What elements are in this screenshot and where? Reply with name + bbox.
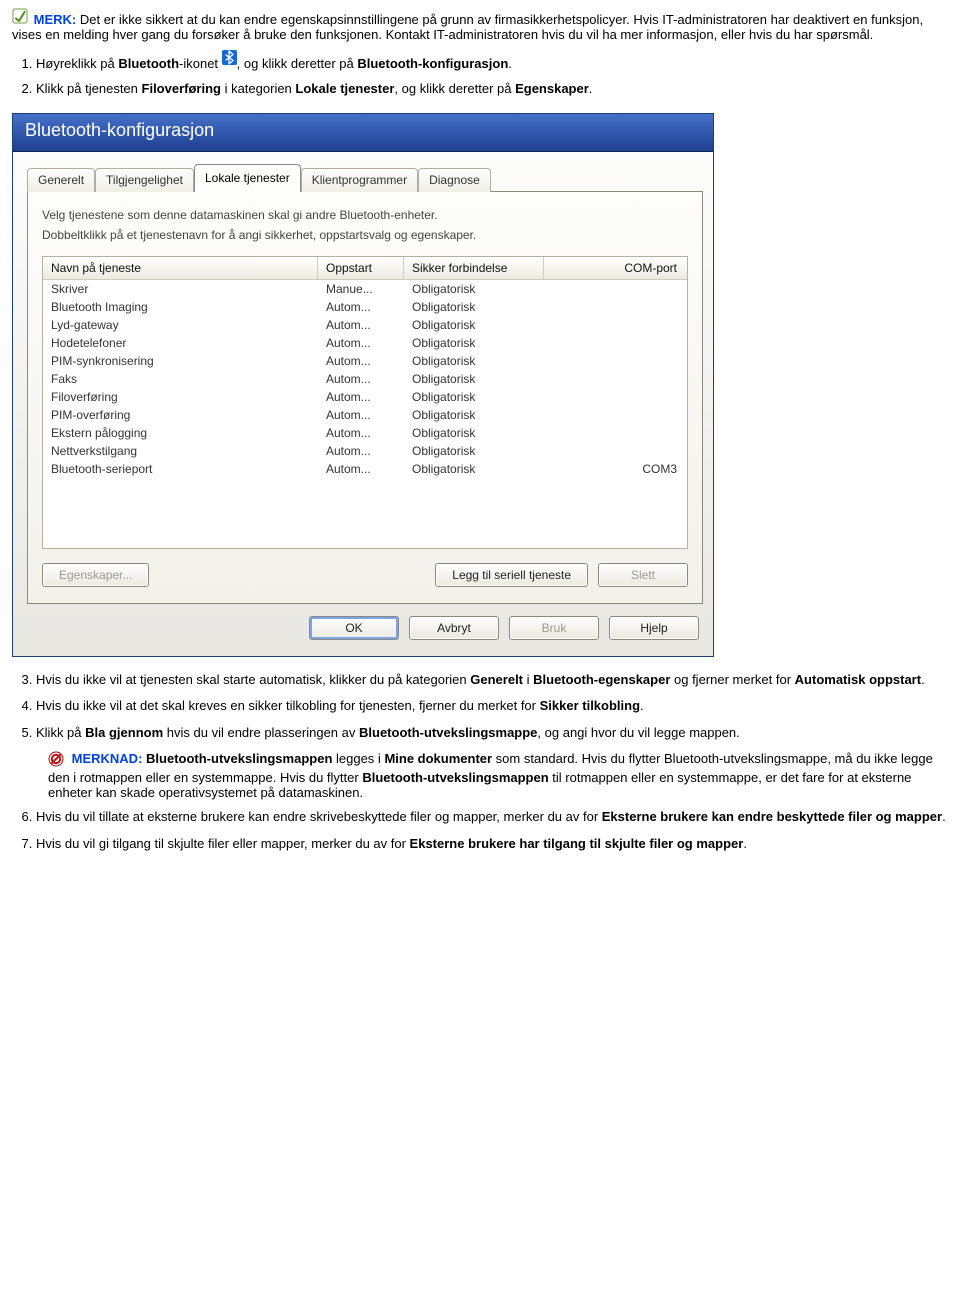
table-cell [544,280,687,298]
table-row[interactable]: Bluetooth ImagingAutom...Obligatorisk [43,298,687,316]
merk-label: MERK: [34,12,77,27]
table-row[interactable]: Bluetooth-serieportAutom...ObligatoriskC… [43,460,687,478]
table-row[interactable]: FiloverføringAutom...Obligatorisk [43,388,687,406]
tab-panel: Velg tjenestene som denne datamaskinen s… [27,192,703,604]
step-2: Klikk på tjenesten Filoverføring i kateg… [36,80,948,99]
col-secure[interactable]: Sikker forbindelse [404,257,544,280]
table-row[interactable]: Lyd-gatewayAutom...Obligatorisk [43,316,687,334]
table-cell: Obligatorisk [404,298,544,316]
table-cell: COM3 [544,460,687,478]
table-cell: PIM-overføring [43,406,318,424]
table-cell: Autom... [318,352,404,370]
table-row[interactable]: PIM-overføringAutom...Obligatorisk [43,406,687,424]
table-cell: Obligatorisk [404,406,544,424]
table-cell: Faks [43,370,318,388]
help-button[interactable]: Hjelp [609,616,699,640]
apply-button[interactable]: Bruk [509,616,599,640]
properties-button[interactable]: Egenskaper... [42,563,149,587]
panel-button-row: Egenskaper... Legg til seriell tjeneste … [42,563,688,587]
dialog-button-row: OK Avbryt Bruk Hjelp [13,616,713,656]
table-cell [544,424,687,442]
listview-header: Navn på tjeneste Oppstart Sikker forbind… [43,257,687,280]
listview-empty-area [43,478,687,548]
table-cell: Autom... [318,370,404,388]
table-cell: Obligatorisk [404,442,544,460]
table-cell [544,316,687,334]
step-6: Hvis du vil tillate at eksterne brukere … [36,808,948,827]
table-cell: PIM-synkronisering [43,352,318,370]
panel-desc-1: Velg tjenestene som denne datamaskinen s… [42,208,688,222]
note-icon [12,8,28,27]
table-cell: Obligatorisk [404,460,544,478]
table-row[interactable]: HodetelefonerAutom...Obligatorisk [43,334,687,352]
merknad-label: MERKNAD: [72,751,143,766]
cancel-button[interactable]: Avbryt [409,616,499,640]
window-titlebar: Bluetooth-konfigurasjon [13,114,713,152]
bluetooth-config-dialog: Bluetooth-konfigurasjon Generelt Tilgjen… [12,113,714,657]
table-cell [544,406,687,424]
bluetooth-tray-icon [222,53,237,68]
table-row[interactable]: SkriverManue...Obligatorisk [43,280,687,298]
table-cell: Obligatorisk [404,334,544,352]
table-cell: Obligatorisk [404,352,544,370]
table-cell [544,388,687,406]
warning-icon [48,751,64,770]
table-row[interactable]: Ekstern påloggingAutom...Obligatorisk [43,424,687,442]
step-1: Høyreklikk på Bluetooth-ikonet , og klik… [36,50,948,74]
table-cell: Autom... [318,442,404,460]
table-cell [544,298,687,316]
col-start[interactable]: Oppstart [318,257,404,280]
table-cell: Autom... [318,460,404,478]
table-cell: Autom... [318,388,404,406]
table-row[interactable]: NettverkstilgangAutom...Obligatorisk [43,442,687,460]
table-row[interactable]: PIM-synkroniseringAutom...Obligatorisk [43,352,687,370]
table-cell: Nettverkstilgang [43,442,318,460]
tab-generelt[interactable]: Generelt [27,168,95,192]
table-cell: Obligatorisk [404,388,544,406]
tab-klientprogrammer[interactable]: Klientprogrammer [301,168,418,192]
table-cell: Obligatorisk [404,370,544,388]
table-cell: Autom... [318,406,404,424]
merknad-note: MERKNAD: Bluetooth-utvekslingsmappen leg… [48,751,948,800]
table-cell: Autom... [318,298,404,316]
services-listview[interactable]: Navn på tjeneste Oppstart Sikker forbind… [42,256,688,549]
merk-note: MERK: Det er ikke sikkert at du kan endr… [12,8,948,42]
table-cell: Ekstern pålogging [43,424,318,442]
listview-body: SkriverManue...ObligatoriskBluetooth Ima… [43,280,687,478]
col-name[interactable]: Navn på tjeneste [43,257,318,280]
add-serial-button[interactable]: Legg til seriell tjeneste [435,563,588,587]
table-cell: Obligatorisk [404,280,544,298]
tab-strip: Generelt Tilgjengelighet Lokale tjeneste… [27,164,703,192]
step-4: Hvis du ikke vil at det skal kreves en s… [36,697,948,716]
table-cell: Autom... [318,424,404,442]
window-title: Bluetooth-konfigurasjon [25,120,214,140]
table-cell: Obligatorisk [404,424,544,442]
table-cell: Lyd-gateway [43,316,318,334]
delete-button[interactable]: Slett [598,563,688,587]
table-cell: Filoverføring [43,388,318,406]
table-cell: Hodetelefoner [43,334,318,352]
col-comport[interactable]: COM-port [544,257,687,280]
table-cell: Obligatorisk [404,316,544,334]
tab-tilgjengelighet[interactable]: Tilgjengelighet [95,168,194,192]
tab-diagnose[interactable]: Diagnose [418,168,491,192]
table-cell [544,442,687,460]
step-3: Hvis du ikke vil at tjenesten skal start… [36,671,948,690]
table-cell [544,334,687,352]
table-cell: Skriver [43,280,318,298]
merk-text: Det er ikke sikkert at du kan endre egen… [12,12,923,42]
ok-button[interactable]: OK [309,616,399,640]
table-row[interactable]: FaksAutom...Obligatorisk [43,370,687,388]
table-cell: Autom... [318,316,404,334]
table-cell [544,370,687,388]
tab-lokale-tjenester[interactable]: Lokale tjenester [194,164,301,192]
table-cell [544,352,687,370]
step-5: Klikk på Bla gjennom hvis du vil endre p… [36,724,948,743]
step-7: Hvis du vil gi tilgang til skjulte filer… [36,835,948,854]
table-cell: Manue... [318,280,404,298]
table-cell: Autom... [318,334,404,352]
table-cell: Bluetooth Imaging [43,298,318,316]
panel-desc-2: Dobbeltklikk på et tjenestenavn for å an… [42,228,688,242]
table-cell: Bluetooth-serieport [43,460,318,478]
